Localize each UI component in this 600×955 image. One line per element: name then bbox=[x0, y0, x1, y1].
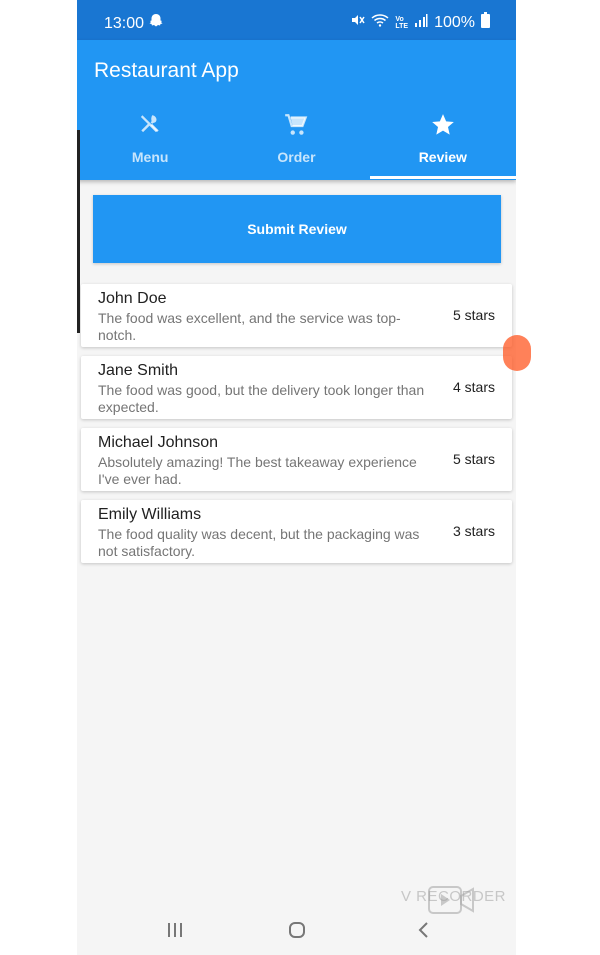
review-text: Absolutely amazing! The best takeaway ex… bbox=[98, 454, 417, 487]
signal-icon bbox=[414, 13, 428, 32]
home-icon[interactable] bbox=[288, 921, 306, 944]
review-rating: 3 stars bbox=[452, 523, 495, 539]
status-time: 13:00 bbox=[104, 15, 145, 32]
review-text: The food was good, but the delivery took… bbox=[98, 382, 425, 415]
review-card[interactable]: John Doe The food was excellent, and the… bbox=[81, 284, 512, 347]
tab-indicator bbox=[370, 176, 516, 179]
review-name: Michael Johnson bbox=[98, 434, 219, 451]
cart-icon bbox=[283, 112, 309, 138]
review-rating: 4 stars bbox=[452, 379, 495, 395]
tab-menu-label: Menu bbox=[131, 149, 169, 165]
tab-bar: Menu Order Review bbox=[77, 104, 516, 180]
review-card[interactable]: Jane Smith The food was good, but the de… bbox=[81, 356, 512, 419]
recent-apps-icon[interactable] bbox=[166, 921, 184, 944]
review-name: Emily Williams bbox=[98, 506, 202, 523]
mute-icon bbox=[351, 13, 365, 32]
app-bar: Restaurant App Menu Order Review bbox=[77, 40, 516, 180]
review-text: The food was excellent, and the service … bbox=[98, 310, 401, 343]
watermark-text: V RECORDER bbox=[401, 888, 507, 905]
tab-menu[interactable]: Menu bbox=[77, 104, 223, 180]
app-title: Restaurant App bbox=[94, 59, 239, 82]
snapchat-ghost-icon bbox=[148, 13, 164, 34]
review-text: The food quality was decent, but the pac… bbox=[98, 526, 420, 559]
wifi-icon bbox=[371, 13, 389, 32]
battery-icon bbox=[481, 12, 490, 33]
restaurant-icon bbox=[137, 112, 163, 138]
screen-edge-shadow bbox=[77, 130, 80, 333]
tab-order[interactable]: Order bbox=[223, 104, 369, 180]
tab-review-label: Review bbox=[418, 149, 467, 165]
tab-order-label: Order bbox=[277, 149, 316, 165]
review-rating: 5 stars bbox=[452, 451, 495, 467]
review-card[interactable]: Emily Williams The food quality was dece… bbox=[81, 500, 512, 563]
star-icon bbox=[430, 112, 456, 138]
submit-review-button[interactable]: Submit Review bbox=[93, 195, 501, 263]
review-rating: 5 stars bbox=[452, 307, 495, 323]
volte-icon: Vo LTE bbox=[395, 15, 409, 30]
review-name: Jane Smith bbox=[98, 362, 179, 379]
phone-screen: 13:00 Vo LTE 100% Restaurant App Menu Or… bbox=[77, 0, 516, 955]
review-card[interactable]: Michael Johnson Absolutely amazing! The … bbox=[81, 428, 512, 491]
tab-review[interactable]: Review bbox=[370, 104, 516, 180]
touch-indicator bbox=[503, 335, 531, 371]
status-icons: Vo LTE 100% bbox=[351, 12, 490, 33]
back-icon[interactable] bbox=[415, 921, 433, 944]
status-bar: 13:00 Vo LTE 100% bbox=[77, 0, 516, 40]
battery-percent: 100% bbox=[434, 13, 475, 31]
review-name: John Doe bbox=[98, 290, 167, 307]
submit-review-label: Submit Review bbox=[247, 221, 347, 237]
